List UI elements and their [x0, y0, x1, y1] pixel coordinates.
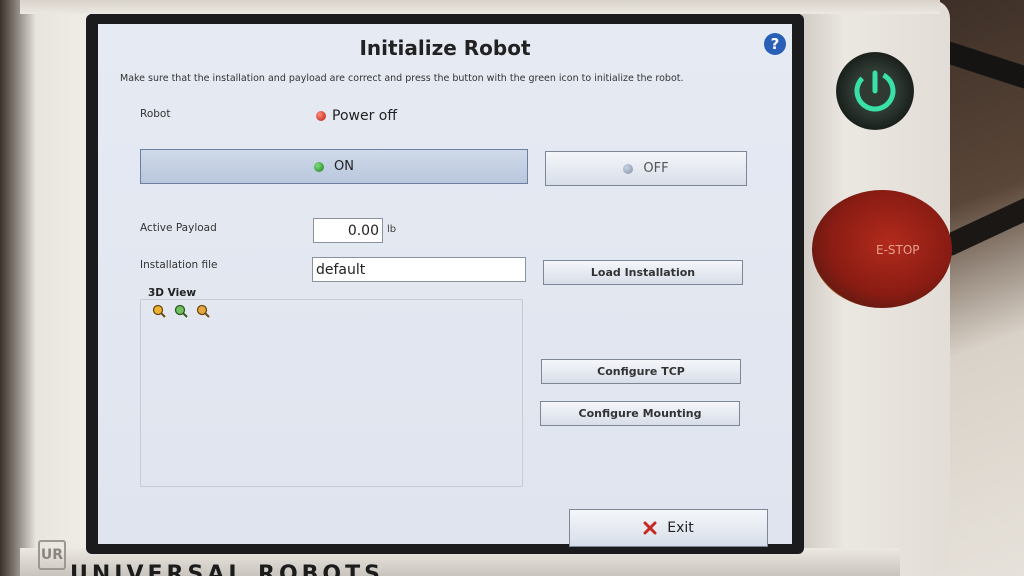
- configure-mounting-button[interactable]: Configure Mounting: [540, 401, 740, 426]
- payload-unit: lb: [387, 224, 397, 235]
- estop-label: E-STOP: [876, 243, 920, 257]
- load-installation-button[interactable]: Load Installation: [543, 260, 743, 285]
- exit-button-label: Exit: [667, 520, 694, 536]
- on-button-label: ON: [334, 159, 354, 174]
- brand-text: UNIVERSAL ROBOTS: [70, 562, 384, 576]
- off-button-label: OFF: [643, 161, 669, 176]
- status-red-icon: [316, 111, 326, 121]
- power-icon: [854, 70, 896, 112]
- zoom-fit-icon[interactable]: [174, 304, 188, 318]
- pendant-left-body: [0, 0, 90, 576]
- 3d-view-label: 3D View: [146, 287, 199, 299]
- payload-value: 0.00: [347, 222, 379, 239]
- close-icon: [643, 521, 657, 535]
- initialize-robot-screen: Initialize Robot ? Make sure that the in…: [98, 24, 792, 547]
- installation-file-field[interactable]: default: [312, 257, 526, 282]
- green-dot-icon: [314, 161, 325, 172]
- on-button[interactable]: ON: [140, 149, 528, 184]
- page-title: Initialize Robot: [359, 36, 531, 60]
- help-button[interactable]: ?: [764, 33, 786, 55]
- zoom-in-icon[interactable]: [152, 304, 166, 318]
- ur-logo: UR: [38, 540, 66, 570]
- power-button[interactable]: [836, 52, 914, 130]
- robot-label: Robot: [140, 108, 171, 120]
- 3d-view-panel[interactable]: [140, 299, 523, 487]
- pendant-top-body: [20, 0, 940, 14]
- instructions-text: Make sure that the installation and payl…: [120, 73, 684, 84]
- payload-input[interactable]: 0.00: [313, 218, 383, 243]
- robot-status-text: Power off: [332, 108, 397, 124]
- exit-button[interactable]: Exit: [569, 509, 768, 547]
- grey-dot-icon: [623, 163, 634, 174]
- configure-tcp-button[interactable]: Configure TCP: [541, 359, 741, 384]
- installation-file-label: Installation file: [140, 259, 218, 271]
- installation-file-value: default: [316, 261, 366, 278]
- zoom-out-icon[interactable]: [196, 304, 210, 318]
- robot-status: Power off: [316, 108, 397, 124]
- off-button[interactable]: OFF: [545, 151, 747, 186]
- payload-label: Active Payload: [140, 222, 217, 234]
